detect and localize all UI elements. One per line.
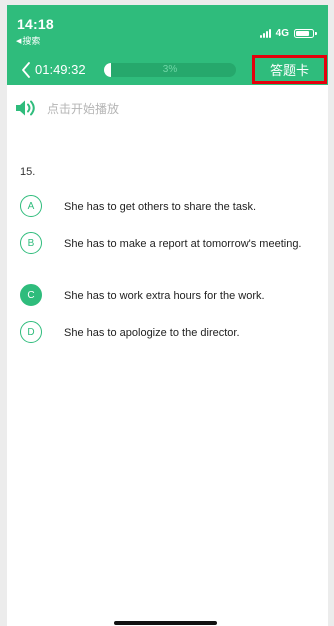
option-letter-badge: D [20,321,42,343]
option-text: She has to work extra hours for the work… [64,290,265,302]
back-button[interactable] [16,60,36,80]
chevron-left-icon [22,62,30,78]
speaker-icon [16,100,35,116]
option-letter-badge: C [20,284,42,306]
option-letter-badge: B [20,232,42,254]
option-d[interactable]: D She has to apologize to the director. [20,321,304,343]
back-app-label: 搜索 [22,36,41,46]
back-triangle-icon: ◀ [16,37,22,45]
answer-card-button[interactable]: 答题卡 [252,55,327,84]
battery-icon [294,29,317,38]
option-text: She has to get others to share the task. [64,201,257,213]
audio-play-button[interactable]: 点击开始播放 [15,98,119,118]
audio-play-label: 点击开始播放 [47,101,120,116]
home-indicator [114,621,217,625]
option-b[interactable]: B She has to make a report at tomorrow's… [20,232,304,254]
countdown-timer: 01:49:32 [35,62,86,77]
option-letter-badge: A [20,195,42,217]
signal-icon [259,29,271,38]
network-type: 4G [275,28,289,39]
top-header: 14:18 ◀ 搜索 4G 01:49:32 3% 答题卡 [7,5,328,85]
screen: 14:18 ◀ 搜索 4G 01:49:32 3% 答题卡 点击开始播放 15.… [7,5,328,626]
progress-bar: 3% [104,63,236,77]
option-c[interactable]: C She has to work extra hours for the wo… [20,284,304,306]
progress-label: 3% [162,64,178,75]
option-text: She has to make a report at tomorrow's m… [64,238,302,250]
option-a[interactable]: A She has to get others to share the tas… [20,195,304,217]
option-text: She has to apologize to the director. [64,327,240,339]
back-to-app-link[interactable]: ◀ 搜索 [16,34,40,47]
status-indicators: 4G [259,28,317,39]
answer-card-label: 答题卡 [269,63,309,78]
question-number: 15. [20,166,36,178]
status-time: 14:18 [17,16,54,32]
